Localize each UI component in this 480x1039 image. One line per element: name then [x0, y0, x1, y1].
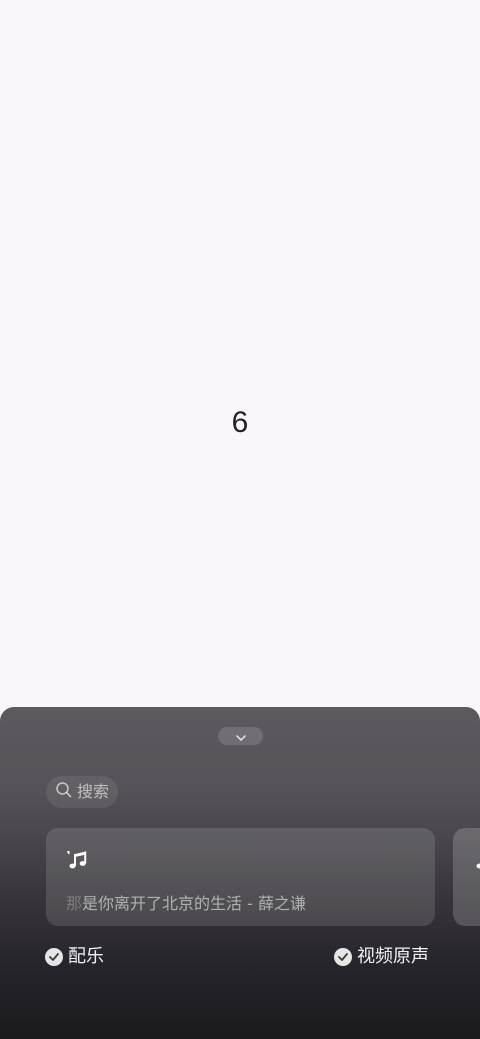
check-circle-icon — [334, 948, 352, 966]
music-toggle[interactable]: 配乐 — [45, 947, 104, 967]
original-sound-toggle-label: 视频原声 — [357, 946, 429, 967]
search-icon — [55, 781, 73, 803]
search-label: 搜索 — [77, 782, 110, 801]
song-title: 那是你离开了北京的生活 - 薛之谦 — [66, 894, 306, 913]
music-toggle-label: 配乐 — [68, 946, 104, 967]
search-button[interactable]: 搜索 — [46, 776, 118, 808]
music-note-icon — [66, 850, 88, 874]
music-card-next[interactable] — [453, 828, 480, 926]
original-sound-toggle[interactable]: 视频原声 — [334, 947, 429, 967]
check-circle-icon — [45, 948, 63, 966]
collapse-panel-button[interactable] — [218, 727, 263, 745]
video-preview: 6 — [0, 0, 480, 707]
music-card[interactable]: 那是你离开了北京的生活 - 薛之谦 — [46, 828, 435, 926]
preview-frame-number: 6 — [231, 406, 249, 439]
music-note-icon — [473, 850, 480, 874]
chevron-down-icon — [235, 727, 247, 746]
music-panel: 搜索 那是你离开了北京的生活 - 薛之谦 配乐 视频原声 — [0, 707, 480, 1039]
